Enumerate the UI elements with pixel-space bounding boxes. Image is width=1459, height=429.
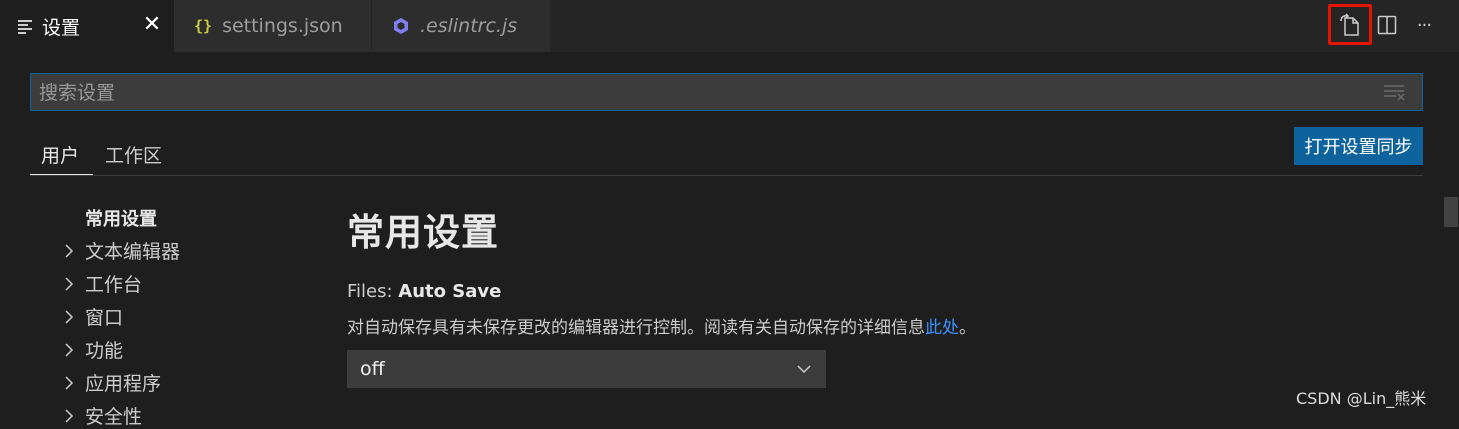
toc-item-label: 安全性 [85, 406, 143, 428]
settings-editor-icon [18, 19, 32, 34]
tab-settings[interactable]: 设置 ✕ [0, 0, 174, 52]
open-settings-json-icon[interactable] [1337, 12, 1363, 38]
toc-item-label: 工作台 [85, 274, 143, 296]
toc-item-commonly-used[interactable]: 常用设置 [85, 205, 157, 231]
turn-on-settings-sync-button[interactable]: 打开设置同步 [1294, 127, 1423, 165]
chevron-right-icon [65, 375, 74, 390]
divider [30, 175, 1423, 176]
chevron-right-icon [65, 342, 74, 357]
close-icon[interactable]: ✕ [142, 14, 162, 36]
vertical-scrollbar-thumb[interactable] [1444, 197, 1458, 227]
chevron-right-icon [65, 408, 74, 423]
tab-eslintrc[interactable]: .eslintrc.js [372, 0, 550, 52]
section-heading: 常用设置 [347, 211, 499, 254]
json-braces-icon: {} [194, 17, 213, 35]
tab-settings-json[interactable]: {} settings.json [174, 0, 372, 52]
tab-user-settings[interactable]: 用户 [41, 141, 79, 168]
tab-label: 设置 [42, 16, 81, 39]
setting-title: Files: Auto Save [347, 281, 501, 302]
toc-item-workbench[interactable]: 工作台 [60, 270, 142, 297]
toc-item-window[interactable]: 窗口 [60, 303, 123, 330]
auto-save-select[interactable]: off [347, 350, 826, 388]
toc-item-label: 应用程序 [85, 373, 162, 395]
description-link[interactable]: 此处 [925, 318, 959, 338]
editor-tab-bar: 设置 ✕ {} settings.json .eslintrc.js ··· [0, 0, 1459, 52]
tab-label: .eslintrc.js [420, 15, 518, 37]
toc-item-label: 窗口 [85, 307, 124, 329]
chevron-right-icon [65, 243, 74, 258]
more-actions-icon[interactable]: ··· [1411, 12, 1437, 38]
description-text: 对自动保存具有未保存更改的编辑器进行控制。阅读有关自动保存的详细信息 [347, 318, 925, 338]
description-suffix: 。 [959, 318, 976, 338]
setting-name: Auto Save [398, 281, 502, 302]
search-input[interactable] [37, 74, 1371, 112]
eslint-icon [392, 17, 410, 35]
chevron-right-icon [65, 309, 74, 324]
chevron-down-icon [797, 365, 811, 374]
toc-item-application[interactable]: 应用程序 [60, 369, 161, 396]
settings-search-box[interactable] [30, 73, 1423, 112]
setting-category: Files: [347, 281, 399, 302]
toc-item-text-editor[interactable]: 文本编辑器 [60, 237, 180, 264]
select-value: off [360, 358, 385, 380]
chevron-right-icon [65, 276, 74, 291]
setting-description: 对自动保存具有未保存更改的编辑器进行控制。阅读有关自动保存的详细信息此处。 [347, 313, 976, 338]
tab-label: settings.json [222, 15, 343, 37]
clear-filter-icon[interactable] [1384, 83, 1406, 101]
toc-item-features[interactable]: 功能 [60, 336, 123, 363]
tab-workspace-settings[interactable]: 工作区 [105, 141, 162, 168]
split-editor-icon[interactable] [1374, 12, 1400, 38]
watermark: CSDN @Lin_熊米 [1296, 389, 1427, 408]
toc-item-label: 文本编辑器 [85, 241, 181, 263]
toc-item-security[interactable]: 安全性 [60, 402, 142, 429]
toc-item-label: 功能 [85, 340, 124, 362]
